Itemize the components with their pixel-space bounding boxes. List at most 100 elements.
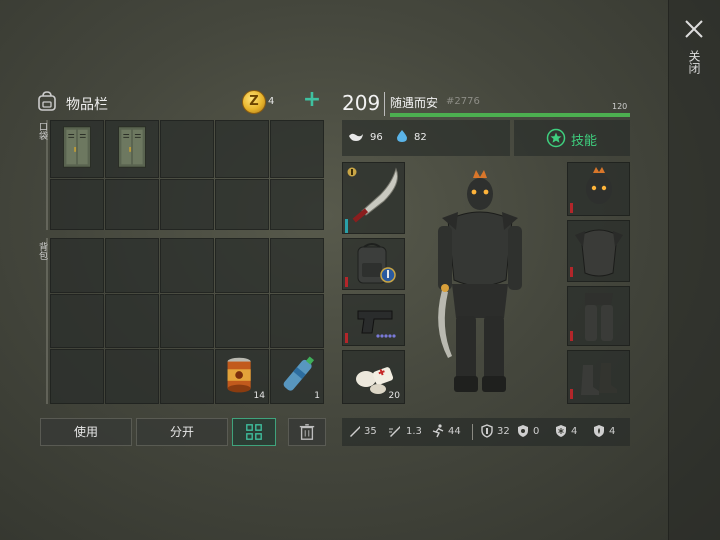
- bag-slot[interactable]: [160, 293, 214, 349]
- heat-resist-icon: [594, 425, 604, 437]
- pocket-label: 口袋: [37, 122, 47, 140]
- bag-slot[interactable]: [270, 293, 324, 349]
- bag-slot[interactable]: [105, 349, 159, 404]
- stat-melee-damage: 35: [364, 426, 377, 437]
- trash-button[interactable]: [288, 418, 326, 446]
- backpack-icon: [38, 91, 56, 111]
- attack-speed-icon: [389, 426, 400, 437]
- pocket-slot[interactable]: [105, 120, 159, 178]
- close-icon[interactable]: [683, 18, 705, 40]
- xp-max: 120: [612, 102, 628, 111]
- backpack-slot[interactable]: [342, 238, 405, 290]
- stat-cold-resist: 4: [571, 426, 578, 437]
- use-button[interactable]: 使用: [40, 418, 132, 446]
- machete-icon: [352, 167, 398, 223]
- bag-slot[interactable]: 1: [270, 349, 324, 404]
- durability-bar: [570, 203, 573, 213]
- player-id: #2776: [446, 96, 480, 107]
- move-speed-icon: [432, 424, 444, 438]
- bag-divider: [46, 238, 48, 404]
- pants-slot[interactable]: [567, 286, 630, 346]
- durability-bar: [345, 219, 348, 233]
- metal-locker-icon: [63, 126, 91, 168]
- bag-slot[interactable]: [215, 238, 269, 293]
- split-button[interactable]: 分开: [136, 418, 228, 446]
- pocket-slot[interactable]: [215, 120, 269, 178]
- pistol-icon: [357, 310, 396, 338]
- bag-slot[interactable]: [105, 293, 159, 349]
- bag-slot[interactable]: [215, 293, 269, 349]
- durability-bar: [345, 277, 348, 287]
- boots-slot[interactable]: [567, 350, 630, 404]
- durability-bar: [570, 267, 573, 277]
- sort-button[interactable]: [232, 418, 276, 446]
- bag-slot[interactable]: [50, 349, 104, 404]
- ranged-weapon-slot[interactable]: [342, 294, 405, 346]
- stat-bio-resist: 0: [533, 426, 540, 437]
- melee-damage-icon: [350, 426, 360, 437]
- stat-move-speed: 44: [448, 426, 461, 437]
- food-value: 96: [370, 132, 383, 143]
- pocket-slot[interactable]: [160, 179, 214, 230]
- water-value: 82: [414, 132, 427, 143]
- spiked-helmet-icon: [586, 167, 612, 204]
- player-level: 209: [342, 91, 381, 115]
- item-quantity: 14: [253, 391, 265, 401]
- cold-resist-icon: [556, 425, 566, 437]
- inventory-title: 物品栏: [66, 97, 108, 113]
- metal-locker-icon: [118, 126, 146, 168]
- bio-resist-icon: [518, 425, 528, 437]
- player-name: 随遇而安: [390, 96, 439, 110]
- stat-attack-speed: 1.3: [406, 426, 422, 437]
- bag-slot[interactable]: 14: [215, 349, 269, 404]
- quick-item-slot[interactable]: 20: [342, 350, 405, 404]
- armor-icon: [481, 424, 493, 438]
- stat-heat-resist: 4: [609, 426, 616, 437]
- durability-bar: [570, 331, 573, 341]
- bag-slot[interactable]: [50, 238, 104, 293]
- armored-vest-icon: [575, 229, 623, 277]
- stats-divider: [472, 424, 473, 440]
- water-drop-icon: [397, 130, 407, 142]
- pocket-slot[interactable]: [270, 179, 324, 230]
- bag-slot[interactable]: [105, 238, 159, 293]
- bag-slot[interactable]: [50, 293, 104, 349]
- body-armor-slot[interactable]: [567, 220, 630, 282]
- armored-pants-icon: [585, 293, 613, 341]
- grid-sort-icon: [246, 424, 262, 440]
- trash-icon: [299, 424, 315, 440]
- bag-grid: 14 1: [50, 238, 324, 404]
- armored-boots-icon: [581, 363, 617, 395]
- durability-bar: [570, 389, 573, 399]
- stats-bar: 35 1.3 44 32 0 4 4: [342, 418, 630, 446]
- pocket-slot[interactable]: [160, 120, 214, 178]
- tactical-backpack-icon: [357, 243, 396, 284]
- xp-bar-fill: [390, 113, 630, 117]
- stomach-icon: [349, 133, 363, 141]
- helmet-slot[interactable]: [567, 162, 630, 216]
- bag-label: 背包: [37, 242, 47, 260]
- pocket-slot[interactable]: [215, 179, 269, 230]
- pocket-slot[interactable]: [50, 120, 104, 178]
- close-label[interactable]: 关闭: [687, 50, 701, 74]
- pocket-grid: [50, 120, 324, 230]
- pocket-slot[interactable]: [270, 120, 324, 178]
- weapon-slot-melee[interactable]: [342, 162, 405, 234]
- close-panel-strip: [668, 0, 720, 540]
- character-figure: [438, 170, 522, 392]
- item-quantity: 1: [314, 391, 320, 401]
- add-coins-button[interactable]: +: [302, 89, 322, 112]
- level-divider: [384, 92, 385, 116]
- bag-slot[interactable]: [160, 238, 214, 293]
- star-badge-icon[interactable]: [546, 128, 566, 148]
- bag-slot[interactable]: [160, 349, 214, 404]
- bag-slot[interactable]: [270, 238, 324, 293]
- pocket-slot[interactable]: [105, 179, 159, 230]
- coin-icon: Z: [242, 90, 266, 114]
- stat-armor: 32: [497, 426, 510, 437]
- item-quantity: 20: [388, 391, 400, 401]
- durability-bar: [345, 333, 348, 343]
- pocket-slot[interactable]: [50, 179, 104, 230]
- coin-count: 4: [268, 96, 275, 107]
- skills-label[interactable]: 技能: [571, 130, 597, 149]
